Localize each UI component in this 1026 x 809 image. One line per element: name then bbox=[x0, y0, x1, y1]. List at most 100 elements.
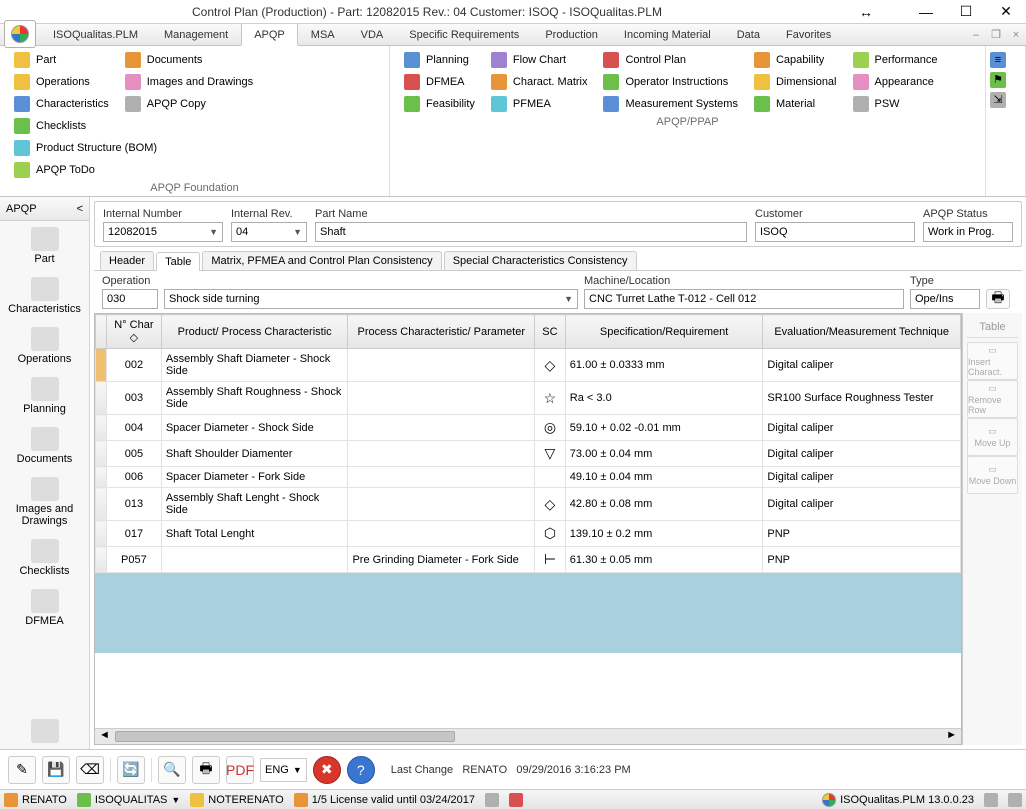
nav-documents[interactable]: Documents bbox=[0, 421, 89, 471]
language-selector[interactable]: ENG ▼ bbox=[260, 758, 307, 782]
chevron-down-icon[interactable]: ▼ bbox=[171, 795, 180, 805]
scroll-right-icon[interactable]: ► bbox=[946, 729, 957, 741]
col-header[interactable]: Product/ Process Characteristic bbox=[161, 315, 348, 349]
print-doc-button[interactable]: 🖶 bbox=[192, 756, 220, 784]
db-icon[interactable] bbox=[485, 793, 499, 807]
ribbon-appearance[interactable]: Appearance bbox=[849, 72, 942, 92]
ribbon-capability[interactable]: Capability bbox=[750, 50, 841, 70]
nav-images-and-drawings[interactable]: Images and Drawings bbox=[0, 471, 89, 533]
nav-part[interactable]: Part bbox=[0, 221, 89, 271]
mdi-minimize-icon[interactable]: – bbox=[966, 24, 986, 45]
ribbon-documents[interactable]: Documents bbox=[121, 50, 257, 70]
ribbon-control-plan[interactable]: Control Plan bbox=[599, 50, 741, 70]
cancel-button[interactable]: ✖ bbox=[313, 756, 341, 784]
table-row[interactable]: 017Shaft Total Lenght⬡139.10 ± 0.2 mmPNP bbox=[96, 521, 961, 547]
ribbon-material[interactable]: Material bbox=[750, 94, 841, 114]
edit-button[interactable]: ✎ bbox=[8, 756, 36, 784]
menu-tab-incoming-material[interactable]: Incoming Material bbox=[611, 24, 724, 45]
ribbon-images-and-drawings[interactable]: Images and Drawings bbox=[121, 72, 257, 92]
menu-tab-msa[interactable]: MSA bbox=[298, 24, 348, 45]
ribbon-measurement-systems[interactable]: Measurement Systems bbox=[599, 94, 741, 114]
ribbon-performance[interactable]: Performance bbox=[849, 50, 942, 70]
ribbon-planning[interactable]: Planning bbox=[400, 50, 479, 70]
flag-icon[interactable]: ⚑ bbox=[990, 72, 1006, 88]
discard-button[interactable]: ⌫ bbox=[76, 756, 104, 784]
horizontal-scrollbar[interactable]: ◄ ► bbox=[95, 728, 961, 744]
maximize-button[interactable]: ☐ bbox=[946, 0, 986, 24]
ribbon-apqp-copy[interactable]: APQP Copy bbox=[121, 94, 257, 114]
ribbon-dfmea[interactable]: DFMEA bbox=[400, 72, 479, 92]
tab-matrix-pfmea-and-control-plan-consistency[interactable]: Matrix, PFMEA and Control Plan Consisten… bbox=[202, 251, 441, 270]
machine-field[interactable]: CNC Turret Lathe T-012 - Cell 012 bbox=[584, 289, 904, 309]
menu-tab-isoqualitas-plm[interactable]: ISOQualitas.PLM bbox=[40, 24, 151, 45]
action-remove-row[interactable]: ▭Remove Row bbox=[967, 380, 1018, 418]
save-button[interactable]: 💾 bbox=[42, 756, 70, 784]
refresh-button[interactable]: 🔄 bbox=[117, 756, 145, 784]
ribbon-checklists[interactable]: Checklists bbox=[10, 116, 161, 136]
col-header[interactable]: Specification/Requirement bbox=[565, 315, 763, 349]
table-row[interactable]: 005Shaft Shoulder Diamenter▽73.00 ± 0.04… bbox=[96, 441, 961, 467]
help-button[interactable]: ? bbox=[347, 756, 375, 784]
ribbon-dimensional[interactable]: Dimensional bbox=[750, 72, 841, 92]
print-button[interactable]: 🖶 bbox=[986, 289, 1010, 309]
table-row[interactable]: 002Assembly Shaft Diameter - Shock Side◇… bbox=[96, 349, 961, 382]
type-field[interactable]: Ope/Ins bbox=[910, 289, 980, 309]
internal-number-combo[interactable]: 12082015▼ bbox=[103, 222, 223, 242]
nav-checklists[interactable]: Checklists bbox=[0, 533, 89, 583]
close-button[interactable]: ✕ bbox=[986, 0, 1026, 24]
customer-field[interactable]: ISOQ bbox=[755, 222, 915, 242]
ribbon-operations[interactable]: Operations bbox=[10, 72, 113, 92]
menu-tab-data[interactable]: Data bbox=[724, 24, 773, 45]
action-insert-charact-[interactable]: ▭Insert Charact. bbox=[967, 342, 1018, 380]
operation-desc-combo[interactable]: Shock side turning▼ bbox=[164, 289, 578, 309]
nav-operations[interactable]: Operations bbox=[0, 321, 89, 371]
menu-tab-favorites[interactable]: Favorites bbox=[773, 24, 844, 45]
table-row[interactable]: 006Spacer Diameter - Fork Side49.10 ± 0.… bbox=[96, 467, 961, 488]
menu-tab-production[interactable]: Production bbox=[532, 24, 611, 45]
scrollbar-thumb[interactable] bbox=[115, 731, 455, 742]
ribbon-product-structure-bom-[interactable]: Product Structure (BOM) bbox=[10, 138, 161, 158]
minimize-button[interactable]: — bbox=[906, 0, 946, 24]
col-header[interactable]: N° Char ◇ bbox=[106, 315, 161, 349]
ribbon-characteristics[interactable]: Characteristics bbox=[10, 94, 113, 114]
ribbon-operator-instructions[interactable]: Operator Instructions bbox=[599, 72, 741, 92]
tab-header[interactable]: Header bbox=[100, 251, 154, 270]
data-table-scroll[interactable]: N° Char ◇Product/ Process Characteristic… bbox=[95, 314, 961, 728]
panel-icon[interactable] bbox=[984, 793, 998, 807]
win-icon[interactable] bbox=[1008, 793, 1022, 807]
ribbon-feasibility[interactable]: Feasibility bbox=[400, 94, 479, 114]
left-strip-more[interactable] bbox=[0, 713, 89, 749]
table-row[interactable]: P057Pre Grinding Diameter - Fork Side⊢61… bbox=[96, 547, 961, 573]
table-row[interactable]: 003Assembly Shaft Roughness - Shock Side… bbox=[96, 382, 961, 415]
menu-tab-vda[interactable]: VDA bbox=[348, 24, 397, 45]
tab-special-characteristics-consistency[interactable]: Special Characteristics Consistency bbox=[444, 251, 637, 270]
collapse-icon[interactable]: < bbox=[77, 203, 83, 215]
mdi-close-icon[interactable]: × bbox=[1006, 24, 1026, 45]
nav-dfmea[interactable]: DFMEA bbox=[0, 583, 89, 633]
menu-tab-apqp[interactable]: APQP bbox=[241, 24, 298, 46]
apqp-status-field[interactable]: Work in Prog. bbox=[923, 222, 1013, 242]
action-move-up[interactable]: ▭Move Up bbox=[967, 418, 1018, 456]
ribbon-flow-chart[interactable]: Flow Chart bbox=[487, 50, 592, 70]
ribbon-part[interactable]: Part bbox=[10, 50, 113, 70]
app-menu-button[interactable] bbox=[4, 20, 36, 48]
nav-characteristics[interactable]: Characteristics bbox=[0, 271, 89, 321]
action-move-down[interactable]: ▭Move Down bbox=[967, 456, 1018, 494]
menu-tab-management[interactable]: Management bbox=[151, 24, 241, 45]
internal-rev-combo[interactable]: 04▼ bbox=[231, 222, 307, 242]
table-row[interactable]: 013Assembly Shaft Lenght - Shock Side◇42… bbox=[96, 488, 961, 521]
ribbon-pfmea[interactable]: PFMEA bbox=[487, 94, 592, 114]
tab-table[interactable]: Table bbox=[156, 252, 200, 271]
nav-planning[interactable]: Planning bbox=[0, 371, 89, 421]
ribbon-apqp-todo[interactable]: APQP ToDo bbox=[10, 160, 161, 180]
mdi-restore-icon[interactable]: ❐ bbox=[986, 24, 1006, 45]
operation-code-field[interactable]: 030 bbox=[102, 289, 158, 309]
list-view-icon[interactable]: ≡ bbox=[990, 52, 1006, 68]
col-header[interactable]: Evaluation/Measurement Technique bbox=[763, 315, 961, 349]
ribbon-psw[interactable]: PSW bbox=[849, 94, 942, 114]
menu-tab-specific-requirements[interactable]: Specific Requirements bbox=[396, 24, 532, 45]
scroll-left-icon[interactable]: ◄ bbox=[99, 729, 110, 741]
export-icon[interactable]: ⇲ bbox=[990, 92, 1006, 108]
table-row[interactable]: 004Spacer Diameter - Shock Side◎59.10 + … bbox=[96, 415, 961, 441]
ribbon-charact-matrix[interactable]: Charact. Matrix bbox=[487, 72, 592, 92]
